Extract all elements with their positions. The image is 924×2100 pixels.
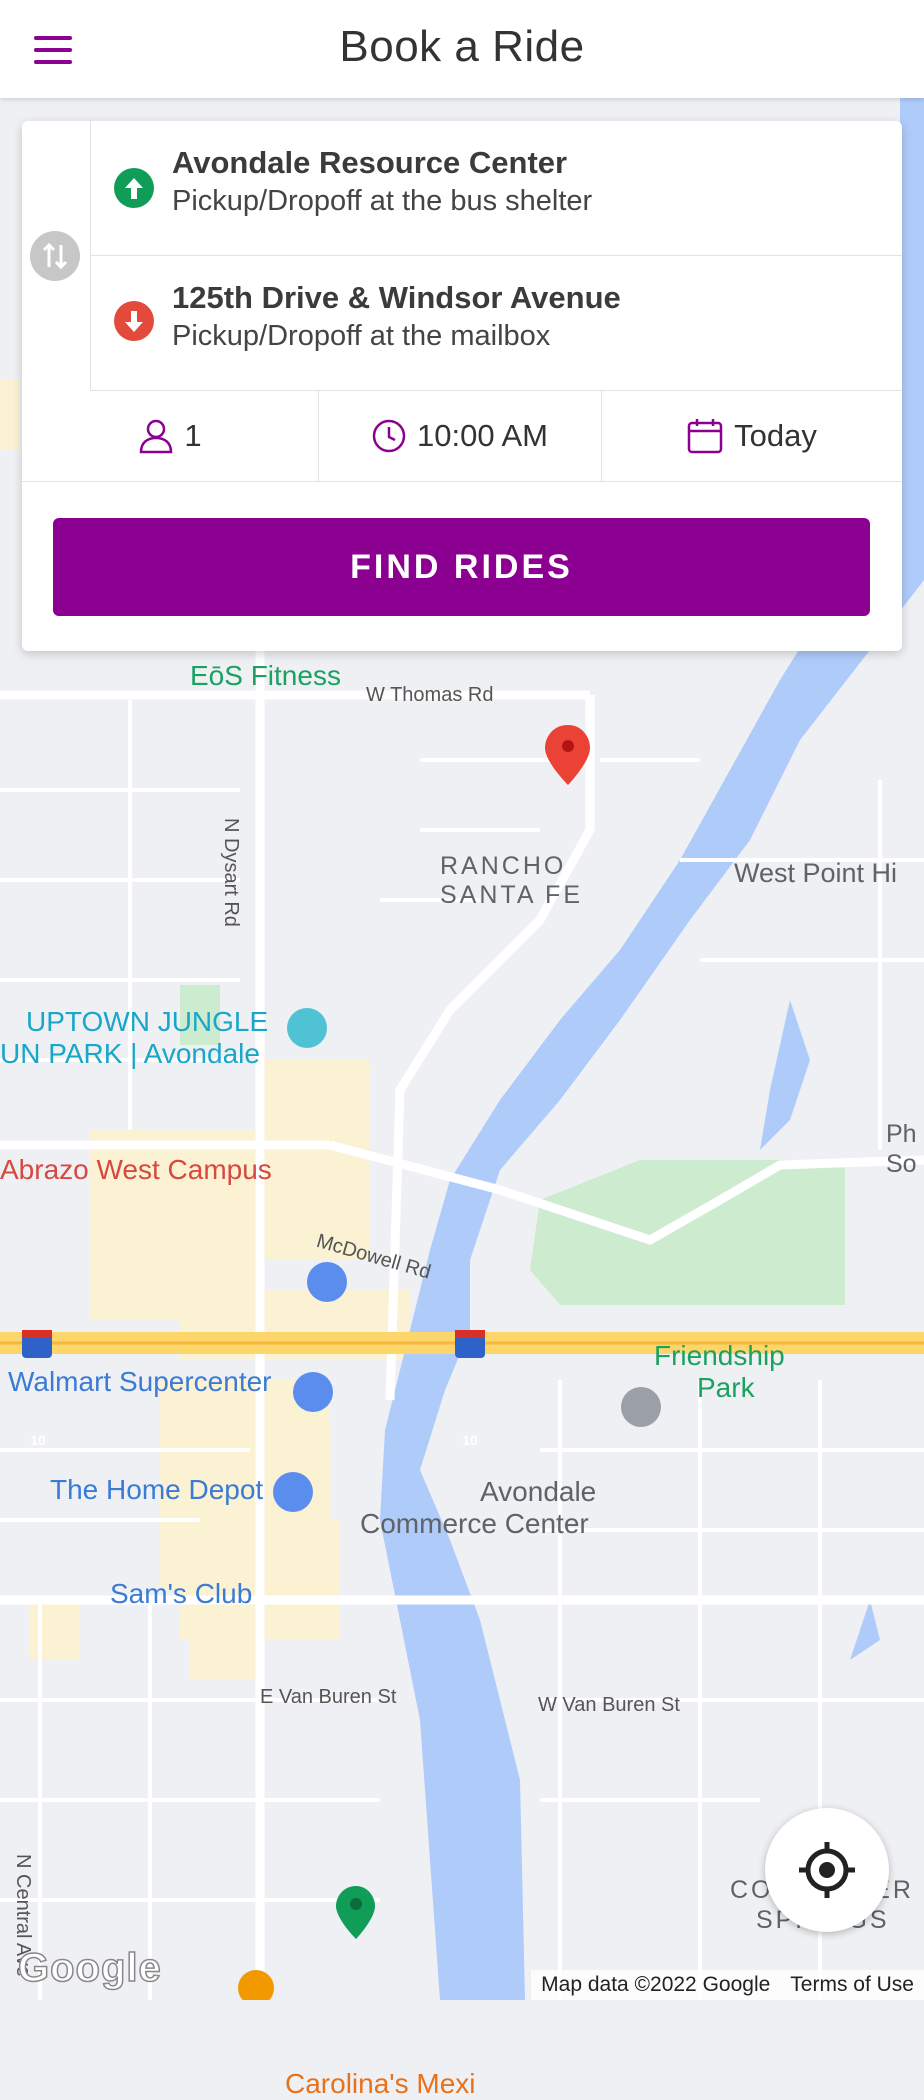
date-value: Today [734, 418, 817, 453]
calendar-icon [687, 419, 723, 454]
pickup-location[interactable]: Avondale Resource Center Pickup/Dropoff … [90, 121, 902, 256]
map-label-w-van-buren: W Van Buren St [538, 1694, 680, 1716]
person-icon [140, 419, 173, 454]
map-label-thomas-rd: W Thomas Rd [366, 684, 494, 706]
interstate-10-shield-east: 10 [462, 1432, 478, 1448]
booking-card: Avondale Resource Center Pickup/Dropoff … [22, 121, 902, 651]
pickup-name: Avondale Resource Center [172, 145, 568, 180]
map-label-park[interactable]: Park [697, 1372, 755, 1404]
my-location-icon[interactable] [765, 1808, 889, 1932]
riders-selector[interactable]: 1 [22, 391, 319, 481]
map-label-avondale[interactable]: Avondale [480, 1476, 596, 1508]
dropoff-location[interactable]: 125th Drive & Windsor Avenue Pickup/Drop… [90, 256, 902, 391]
map-label-sams-club[interactable]: Sam's Club [110, 1578, 252, 1610]
riders-value: 1 [184, 418, 202, 453]
arrow-up-circle-icon [114, 168, 154, 208]
date-selector[interactable]: Today [601, 391, 902, 481]
swap-vertical-icon[interactable] [30, 231, 80, 281]
map-label-uptown-park[interactable]: UN PARK | Avondale [0, 1038, 260, 1070]
map-label-west-point: West Point Hi [734, 858, 898, 888]
arrow-down-circle-icon [114, 301, 154, 341]
map-label-uptown-jungle[interactable]: UPTOWN JUNGLE [26, 1006, 268, 1038]
app-header: Book a Ride [0, 0, 924, 98]
map-attribution: Map data ©2022 Google Terms of Use [531, 1970, 924, 2000]
map-label-rancho: RANCHO [440, 852, 567, 880]
time-selector[interactable]: 10:00 AM [318, 391, 602, 481]
map-label-e-van-buren: E Van Buren St [260, 1686, 397, 1708]
map-label-eos-fitness[interactable]: EōS Fitness [190, 660, 341, 692]
map-label-friendship[interactable]: Friendship [654, 1340, 785, 1372]
map-label-carolinas[interactable]: Carolina's Mexi [285, 2068, 476, 2100]
interstate-10-shield: 10 [30, 1432, 46, 1448]
ride-options-row: 1 10:00 AM Today [22, 391, 902, 482]
map-label-walmart[interactable]: Walmart Supercenter [8, 1366, 272, 1398]
map-label-dysart-rd: N Dysart Rd [220, 818, 242, 927]
map-label-ph: Ph [886, 1120, 917, 1148]
dropoff-name: 125th Drive & Windsor Avenue [172, 280, 621, 315]
map-data-text: Map data ©2022 Google [541, 1973, 771, 1996]
map-label-so: So [886, 1150, 917, 1178]
map-label-abrazo[interactable]: Abrazo West Campus [0, 1154, 272, 1186]
swap-column [22, 121, 91, 391]
map-label-santa-fe: SANTA FE [440, 881, 584, 909]
map-label-home-depot[interactable]: The Home Depot [50, 1474, 263, 1506]
terms-of-use-link[interactable]: Terms of Use [780, 1973, 924, 1997]
map-label-commerce-center[interactable]: Commerce Center [360, 1508, 589, 1540]
page-title: Book a Ride [339, 22, 585, 71]
google-logo: Google [17, 1945, 162, 1991]
dropoff-detail: Pickup/Dropoff at the mailbox [172, 320, 551, 352]
pickup-detail: Pickup/Dropoff at the bus shelter [172, 185, 593, 217]
time-value: 10:00 AM [417, 418, 548, 453]
find-rides-button[interactable]: FIND RIDES [53, 518, 870, 616]
clock-icon [372, 419, 406, 453]
